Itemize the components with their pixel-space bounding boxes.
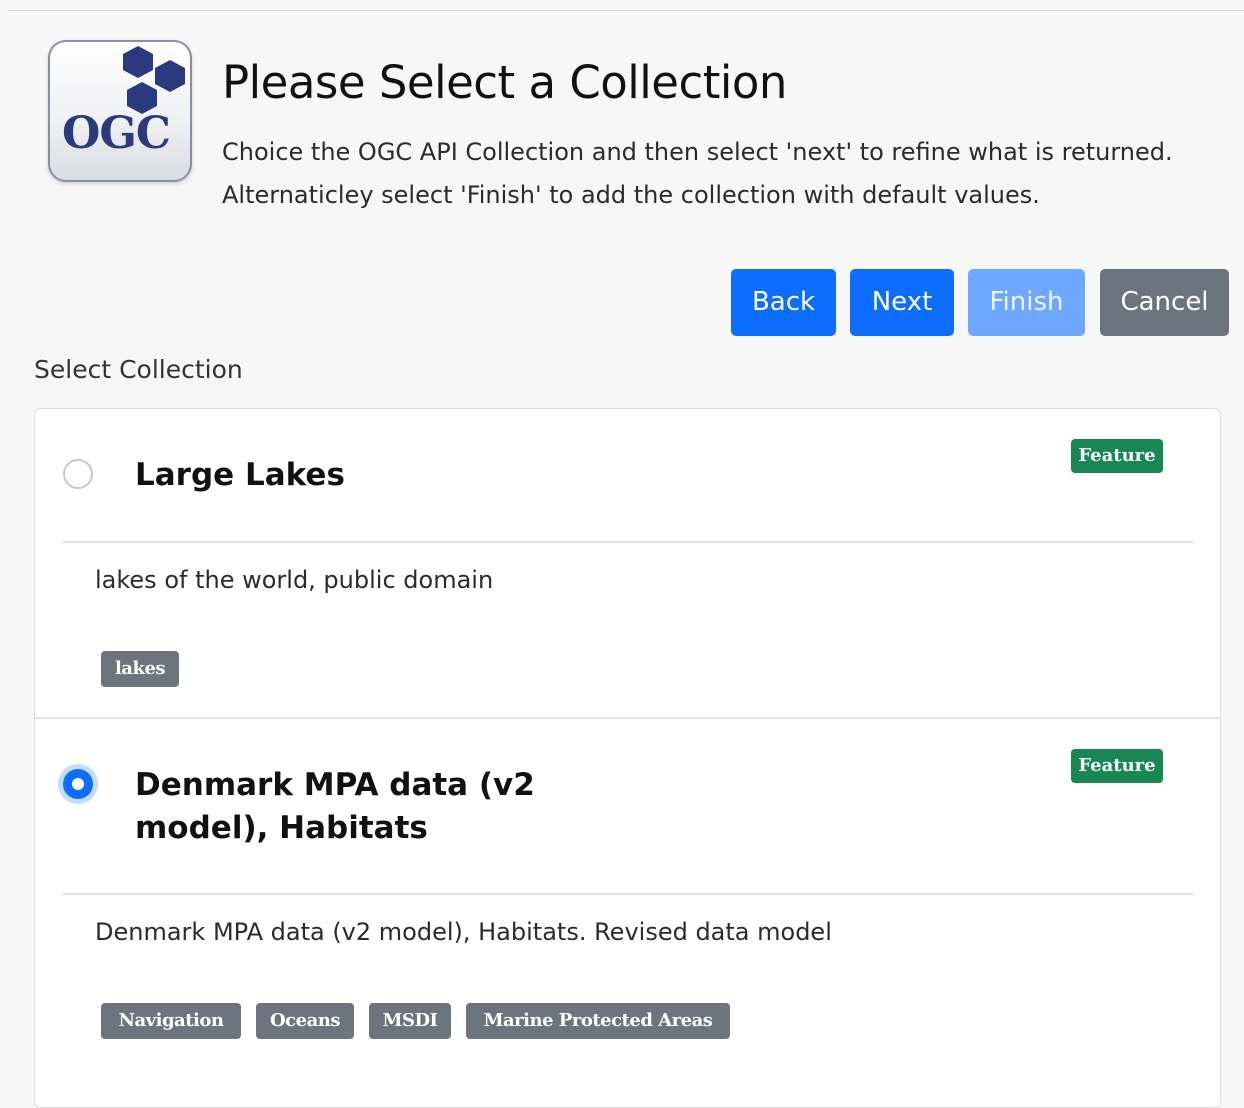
top-divider [8, 10, 1244, 11]
cancel-button[interactable]: Cancel [1100, 269, 1229, 336]
finish-button[interactable]: Finish [968, 269, 1085, 336]
keyword-tag: MSDI [369, 1003, 451, 1039]
keyword-tag: Marine Protected Areas [466, 1003, 730, 1039]
keyword-tag: lakes [101, 651, 179, 687]
page-description: Choice the OGC API Collection and then s… [222, 131, 1232, 217]
logo-text: OGC [62, 108, 171, 159]
description-line-2: Alternaticley select 'Finish' to add the… [222, 181, 1040, 209]
keyword-tag: Navigation [101, 1003, 241, 1039]
collection-title-line-2: model), Habitats [135, 810, 428, 846]
collection-title: Large Lakes [135, 457, 345, 493]
item-divider [63, 893, 1193, 895]
back-button[interactable]: Back [731, 269, 836, 336]
collection-radio[interactable] [63, 459, 93, 489]
description-line-1: Choice the OGC API Collection and then s… [222, 138, 1173, 166]
collection-title: Denmark MPA data (v2 model), Habitats [135, 764, 535, 850]
collection-description: Denmark MPA data (v2 model), Habitats. R… [95, 918, 832, 946]
collection-radio-selected[interactable] [63, 769, 93, 799]
feature-badge: Feature [1071, 439, 1163, 473]
page-title: Please Select a Collection [222, 56, 787, 109]
list-item-separator [35, 717, 1220, 719]
item-divider [63, 541, 1193, 543]
feature-badge: Feature [1071, 749, 1163, 783]
next-button[interactable]: Next [850, 269, 954, 336]
collection-description: lakes of the world, public domain [95, 566, 494, 594]
collection-list: Large Lakes Feature lakes of the world, … [34, 408, 1221, 1108]
select-collection-label: Select Collection [34, 355, 243, 384]
collection-title-line-1: Denmark MPA data (v2 [135, 767, 535, 803]
ogc-logo: OGC [48, 40, 192, 182]
keyword-tag: Oceans [256, 1003, 354, 1039]
